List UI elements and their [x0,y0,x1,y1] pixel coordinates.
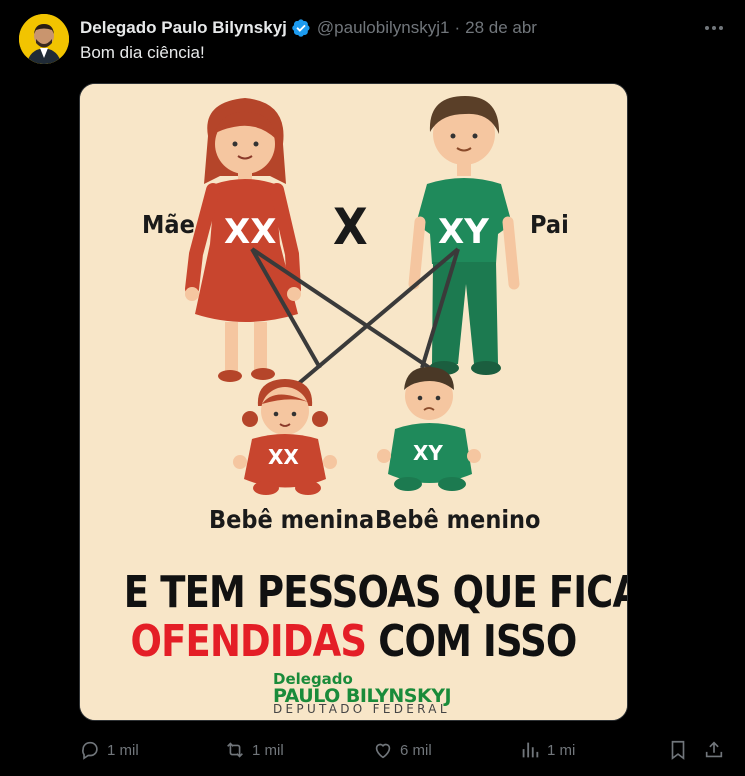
like-icon [375,743,391,759]
girl-chromosomes: XX [268,445,299,469]
headline-rest: COM ISSO [378,616,577,667]
headline-red-word: OFENDIDAS [130,616,367,667]
repost-icon [227,742,243,758]
label-baby-boy: Bebê menino [375,505,541,534]
separator-dot: · [454,18,461,37]
tweet-header: Delegado Paulo Bilynskyj @paulobilynskyj… [80,17,537,39]
tweet: Delegado Paulo Bilynskyj @paulobilynskyj… [0,0,745,776]
avatar[interactable] [19,14,69,64]
more-icon[interactable] [703,17,725,39]
headline-line-2: OFENDIDAS COM ISSO [124,616,583,667]
bookmark-icon [671,740,685,760]
verified-badge-icon [292,19,310,37]
reply-count: 1 mil [107,741,139,759]
share-icon [705,741,723,758]
boy-chromosomes: XY [413,441,443,465]
label-mother: Mãe [142,210,195,239]
label-baby-girl: Bebê menina [209,505,375,534]
author-handle[interactable]: @paulobilynskyj1 [317,18,450,38]
views-button[interactable]: 1 mi [519,737,575,763]
mother-chromosomes: XX [224,212,277,252]
author-name[interactable]: Delegado Paulo Bilynskyj [80,18,287,38]
cross-symbol: X [333,198,368,256]
views-icon [522,742,539,758]
action-bar: 1 mil 1 mil 6 mil 1 mi [79,737,729,763]
brand-subtitle: DEPUTADO FEDERAL [273,702,450,716]
label-father: Pai [530,210,569,239]
reply-button[interactable]: 1 mil [79,737,139,763]
like-count: 6 mil [400,741,432,759]
headline-line-1: E TEM PESSOAS QUE FICAM [123,567,628,618]
like-button[interactable]: 6 mil [372,737,432,763]
post-image[interactable]: Mãe Pai X XX XY XX XY Bebê menina Bebê m… [79,83,628,721]
reply-icon [82,741,98,760]
post-date[interactable]: 28 de abr [465,18,537,38]
repost-count: 1 mil [252,741,284,759]
bookmark-button[interactable] [667,737,689,763]
views-count: 1 mi [547,741,576,759]
father-chromosomes: XY [438,212,489,252]
share-button[interactable] [703,737,725,763]
post-text: Bom dia ciência! [80,43,205,62]
repost-button[interactable]: 1 mil [224,737,284,763]
